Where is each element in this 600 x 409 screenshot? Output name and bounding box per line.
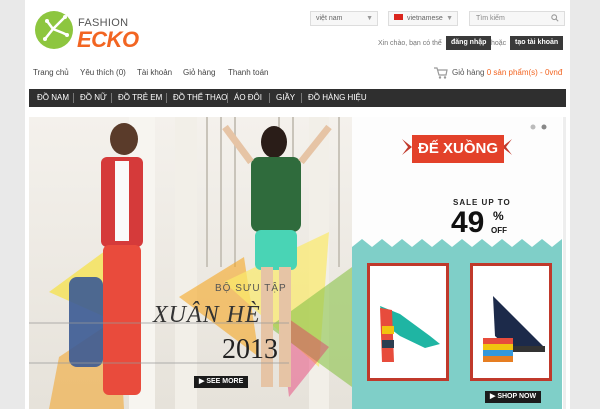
product-card-wedge-green[interactable] [367, 263, 449, 381]
cart-value: 0 sản phẩm(s) - 0vnđ [486, 68, 563, 77]
country-select[interactable]: việt nam ▼ [310, 11, 378, 26]
category-kids[interactable]: ĐỒ TRẺ EM [118, 89, 162, 107]
category-nav: ĐỒ NAM ĐỒ NỮ ĐỒ TRẺ EM ĐỒ THỂ THAO ÁO ĐÔ… [29, 89, 566, 107]
gecko-icon [43, 15, 69, 41]
language-select-value: vietnamese [407, 15, 443, 22]
cart-summary[interactable]: Giỏ hàng 0 sản phẩm(s) - 0vnđ [434, 66, 564, 80]
chevron-down-icon: ▼ [446, 15, 453, 22]
category-branded[interactable]: ĐỒ HÀNG HIỆU [308, 89, 367, 107]
promo-title: ĐẾ XUỒNG [412, 135, 504, 163]
language-select[interactable]: vietnamese ▼ [388, 11, 458, 26]
sale-off-text: OFF [491, 226, 507, 235]
promo-scrollbar[interactable] [563, 117, 566, 409]
country-select-value: việt nam [316, 15, 343, 22]
chevron-down-icon: ▼ [366, 15, 373, 22]
category-women[interactable]: ĐỒ NỮ [80, 89, 107, 107]
cart-label: Giỏ hàng 0 sản phẩm(s) - 0vnđ [452, 68, 563, 77]
nav-checkout[interactable]: Thanh toán [228, 68, 268, 77]
register-button[interactable]: tạo tài khoản [510, 36, 564, 50]
nav-home[interactable]: Trang chủ [33, 68, 69, 77]
divider [227, 93, 228, 103]
category-sports[interactable]: ĐỒ THỂ THAO [173, 89, 227, 107]
divider [301, 93, 302, 103]
search-input[interactable]: Tìm kiếm [469, 11, 565, 26]
banner-artwork [29, 117, 352, 409]
collection-banner[interactable]: ▶ SEE MORE [29, 117, 352, 409]
nav-account[interactable]: Tài khoản [137, 68, 172, 77]
nav-cart[interactable]: Giỏ hàng [183, 68, 215, 77]
divider [73, 93, 74, 103]
product-card-wedge-rainbow[interactable] [470, 263, 552, 381]
logo-mark [35, 11, 73, 49]
greeting-text: Xin chào, bạn có thể [378, 40, 442, 47]
divider [111, 93, 112, 103]
or-text: hoặc [491, 40, 507, 47]
divider [269, 93, 270, 103]
shoe-image [380, 306, 440, 362]
page: FASHION ECKO việt nam ▼ vietnamese ▼ Tìm… [25, 0, 570, 409]
collection-title: XUÂN HÈ [153, 302, 261, 328]
collection-subtitle: BỘ SƯU TẬP [215, 283, 287, 294]
search-icon[interactable] [551, 14, 559, 22]
category-couple-shirts[interactable]: ÁO ĐÔI [234, 89, 262, 107]
vietnam-flag-icon [394, 14, 403, 20]
shoe-image [483, 296, 545, 362]
search-placeholder: Tìm kiếm [476, 15, 505, 22]
collection-year: 2013 [222, 334, 278, 365]
sale-percent-sign: % [493, 209, 504, 223]
shop-now-button[interactable]: ▶ SHOP NOW [485, 391, 542, 403]
divider [166, 93, 167, 103]
nav-favorites[interactable]: Yêu thích (0) [80, 68, 126, 77]
logo-text-ecko: ECKO [77, 27, 139, 52]
shopping-cart-icon [434, 67, 448, 79]
category-shoes[interactable]: GIẦY [276, 89, 295, 107]
sale-percent-number: 49 [451, 206, 485, 239]
see-more-button[interactable]: ▶ SEE MORE [194, 376, 249, 388]
category-men[interactable]: ĐỒ NAM [37, 89, 69, 107]
login-button[interactable]: đăng nhập [446, 36, 492, 50]
logo[interactable]: FASHION ECKO [35, 11, 145, 55]
